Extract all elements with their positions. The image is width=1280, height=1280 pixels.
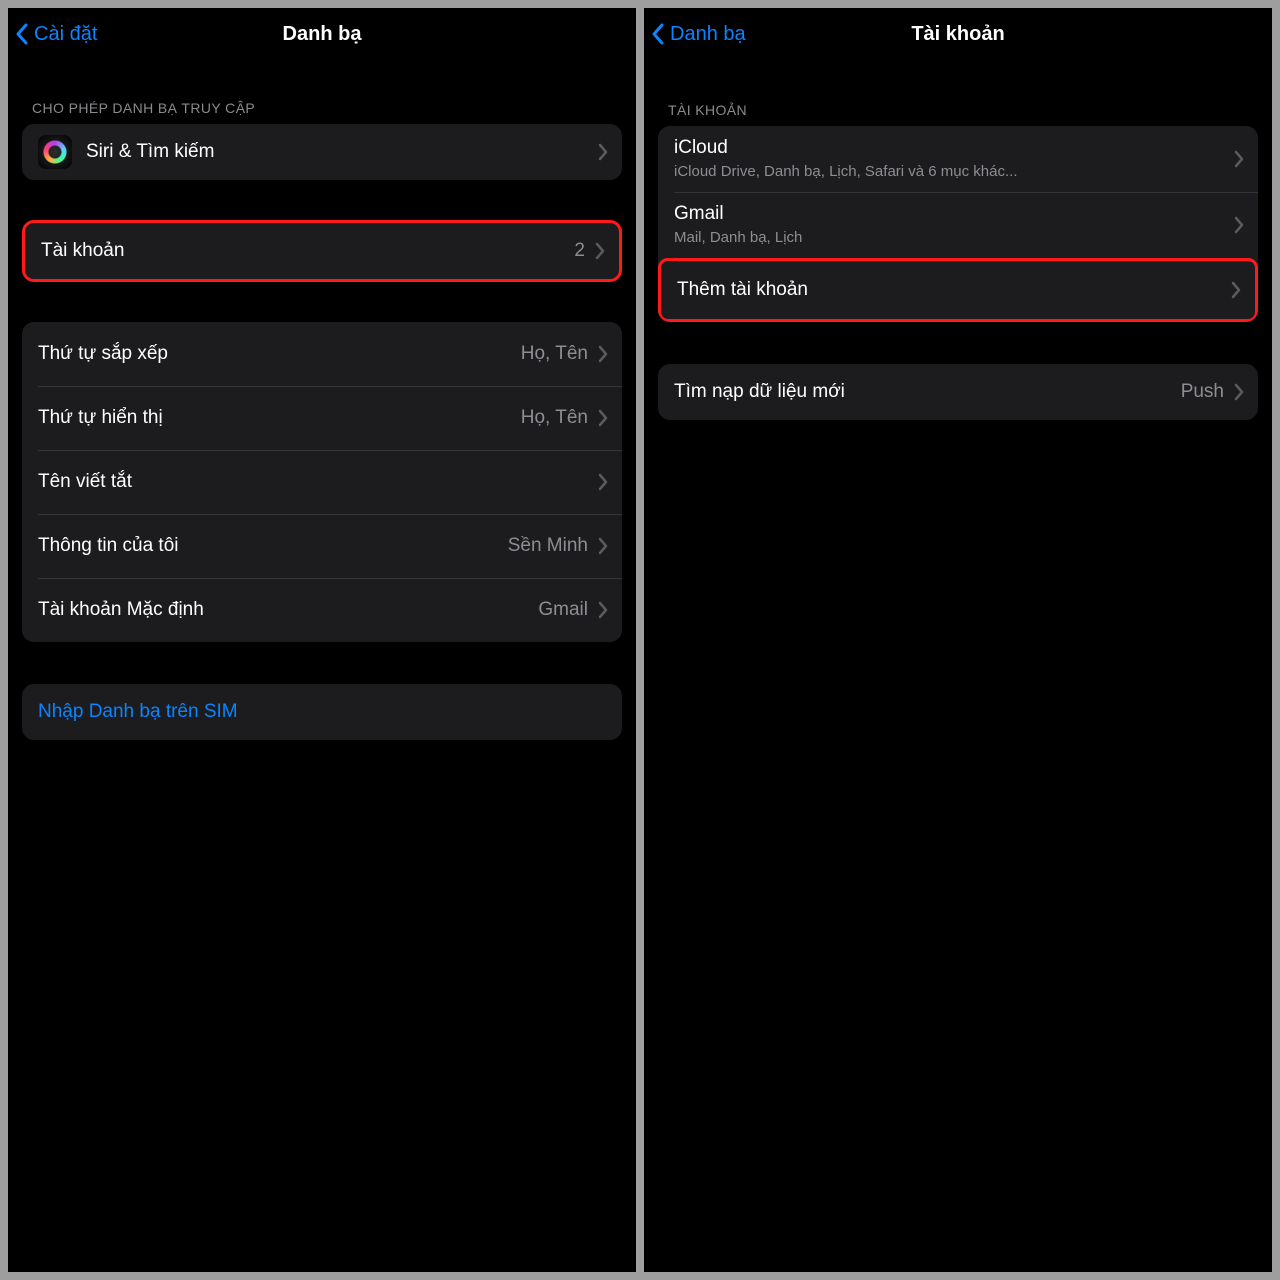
chevron-right-icon xyxy=(1231,281,1241,299)
row-label: Siri & Tìm kiếm xyxy=(86,140,598,164)
navbar: Danh bạ Tài khoản xyxy=(644,8,1272,60)
row-value: Gmail xyxy=(538,599,588,621)
group-accounts-highlighted: Tài khoản 2 xyxy=(22,220,622,282)
row-short-name[interactable]: Tên viết tắt xyxy=(22,450,622,514)
back-button[interactable]: Danh bạ xyxy=(652,8,746,60)
chevron-right-icon xyxy=(1234,383,1244,401)
chevron-right-icon xyxy=(1234,216,1244,234)
row-siri-search[interactable]: Siri & Tìm kiếm xyxy=(22,124,622,180)
row-sub: iCloud Drive, Danh bạ, Lịch, Safari và 6… xyxy=(674,162,1234,182)
group-siri: Siri & Tìm kiếm xyxy=(22,124,622,180)
content: CHO PHÉP DANH BẠ TRUY CẬP Siri & Tìm kiế… xyxy=(8,60,636,740)
group-fetch: Tìm nạp dữ liệu mới Push xyxy=(658,364,1258,420)
row-import-sim[interactable]: Nhập Danh bạ trên SIM xyxy=(22,684,622,740)
row-value: Sền Minh xyxy=(508,535,588,557)
back-label: Cài đặt xyxy=(34,23,97,46)
chevron-right-icon xyxy=(598,345,608,363)
content: TÀI KHOẢN iCloud iCloud Drive, Danh bạ, … xyxy=(644,60,1272,420)
row-label: Nhập Danh bạ trên SIM xyxy=(38,700,608,724)
row-accounts[interactable]: Tài khoản 2 xyxy=(25,223,619,279)
chevron-right-icon xyxy=(595,242,605,260)
chevron-left-icon xyxy=(16,22,30,46)
row-value: 2 xyxy=(574,240,585,262)
row-label: Thông tin của tôi xyxy=(38,534,508,558)
siri-icon xyxy=(38,135,72,169)
row-default-account[interactable]: Tài khoản Mặc định Gmail xyxy=(22,578,622,642)
row-sort-order[interactable]: Thứ tự sắp xếp Họ, Tên xyxy=(22,322,622,386)
row-value: Họ, Tên xyxy=(521,407,588,429)
chevron-right-icon xyxy=(598,409,608,427)
row-display-order[interactable]: Thứ tự hiển thị Họ, Tên xyxy=(22,386,622,450)
screen-accounts: Danh bạ Tài khoản TÀI KHOẢN iCloud iClou… xyxy=(644,8,1272,1272)
row-label: Tìm nạp dữ liệu mới xyxy=(674,380,1181,404)
row-account-gmail[interactable]: Gmail Mail, Danh bạ, Lịch xyxy=(658,192,1258,258)
row-label: Gmail xyxy=(674,202,1234,226)
row-account-icloud[interactable]: iCloud iCloud Drive, Danh bạ, Lịch, Safa… xyxy=(658,126,1258,192)
group-account-list: iCloud iCloud Drive, Danh bạ, Lịch, Safa… xyxy=(658,126,1258,322)
row-label: Tên viết tắt xyxy=(38,470,598,494)
row-my-info[interactable]: Thông tin của tôi Sền Minh xyxy=(22,514,622,578)
row-label: Thêm tài khoản xyxy=(677,278,1231,302)
section-header-accounts: TÀI KHOẢN xyxy=(658,60,1258,126)
row-value: Họ, Tên xyxy=(521,343,588,365)
chevron-right-icon xyxy=(598,473,608,491)
back-label: Danh bạ xyxy=(670,23,746,46)
row-value: Push xyxy=(1181,381,1224,403)
chevron-right-icon xyxy=(598,537,608,555)
row-add-account-highlighted[interactable]: Thêm tài khoản xyxy=(658,258,1258,322)
navbar: Cài đặt Danh bạ xyxy=(8,8,636,60)
row-label: Thứ tự sắp xếp xyxy=(38,342,521,366)
group-display-prefs: Thứ tự sắp xếp Họ, Tên Thứ tự hiển thị H… xyxy=(22,322,622,642)
row-sub: Mail, Danh bạ, Lịch xyxy=(674,228,1234,248)
chevron-left-icon xyxy=(652,22,666,46)
back-button[interactable]: Cài đặt xyxy=(16,8,97,60)
page-title: Danh bạ xyxy=(283,23,362,46)
chevron-right-icon xyxy=(1234,150,1244,168)
row-fetch-new-data[interactable]: Tìm nạp dữ liệu mới Push xyxy=(658,364,1258,420)
row-label: Tài khoản xyxy=(41,239,574,263)
row-label: Tài khoản Mặc định xyxy=(38,598,538,622)
screen-contacts-settings: Cài đặt Danh bạ CHO PHÉP DANH BẠ TRUY CẬ… xyxy=(8,8,636,1272)
section-header-access: CHO PHÉP DANH BẠ TRUY CẬP xyxy=(22,60,622,124)
chevron-right-icon xyxy=(598,143,608,161)
chevron-right-icon xyxy=(598,601,608,619)
row-label: iCloud xyxy=(674,136,1234,160)
page-title: Tài khoản xyxy=(911,23,1004,46)
row-label: Thứ tự hiển thị xyxy=(38,406,521,430)
group-import-sim: Nhập Danh bạ trên SIM xyxy=(22,684,622,740)
